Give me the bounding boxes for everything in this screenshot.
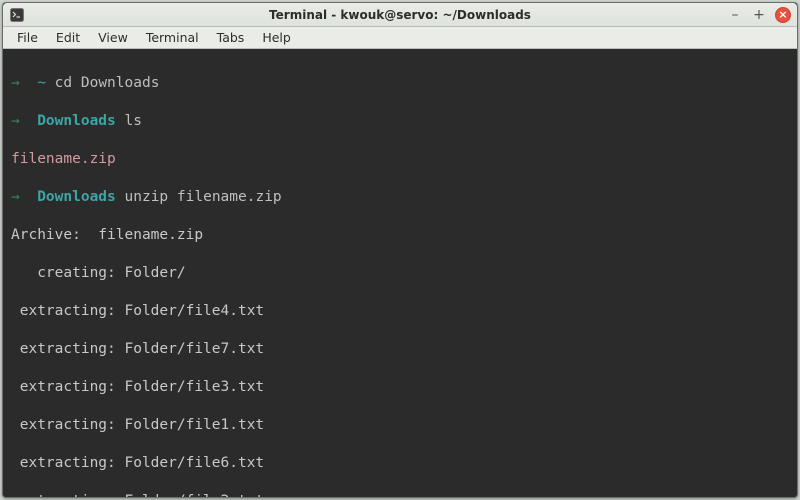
prompt-arrow-icon: → [11,113,20,129]
prompt-cwd: Downloads [37,189,116,205]
output-line: Archive: filename.zip [11,226,789,245]
prompt-line: → ~ cd Downloads [11,74,789,93]
menu-edit[interactable]: Edit [48,28,88,47]
terminal-viewport[interactable]: → ~ cd Downloads → Downloads ls filename… [3,49,797,497]
output-line: filename.zip [11,150,789,169]
command-text: ls [125,113,142,129]
prompt-arrow-icon: → [11,75,20,91]
menu-view[interactable]: View [90,28,136,47]
menu-tabs[interactable]: Tabs [209,28,253,47]
menu-file[interactable]: File [9,28,46,47]
output-line: extracting: Folder/file4.txt [11,302,789,321]
minimize-button[interactable]: – [727,7,743,23]
prompt-line: → Downloads ls [11,112,789,131]
maximize-button[interactable]: + [751,7,767,23]
prompt-arrow-icon: → [11,189,20,205]
terminal-window: Terminal - kwouk@servo: ~/Downloads – + … [2,2,798,498]
titlebar[interactable]: Terminal - kwouk@servo: ~/Downloads – + … [3,3,797,27]
menubar: File Edit View Terminal Tabs Help [3,27,797,49]
output-line: extracting: Folder/file7.txt [11,340,789,359]
menu-help[interactable]: Help [254,28,299,47]
close-button[interactable]: × [775,7,791,23]
prompt-line: → Downloads unzip filename.zip [11,188,789,207]
window-title: Terminal - kwouk@servo: ~/Downloads [3,8,797,22]
prompt-cwd: Downloads [37,113,116,129]
menu-terminal[interactable]: Terminal [138,28,207,47]
command-text: cd Downloads [55,75,160,91]
output-line: extracting: Folder/file6.txt [11,454,789,473]
output-line: extracting: Folder/file3.txt [11,378,789,397]
terminal-app-icon [9,7,25,23]
window-controls: – + × [727,7,797,23]
output-line: creating: Folder/ [11,264,789,283]
prompt-home-icon: ~ [37,75,46,91]
command-text: unzip filename.zip [125,189,282,205]
output-line: extracting: Folder/file1.txt [11,416,789,435]
output-line: extracting: Folder/file2.txt [11,492,789,497]
